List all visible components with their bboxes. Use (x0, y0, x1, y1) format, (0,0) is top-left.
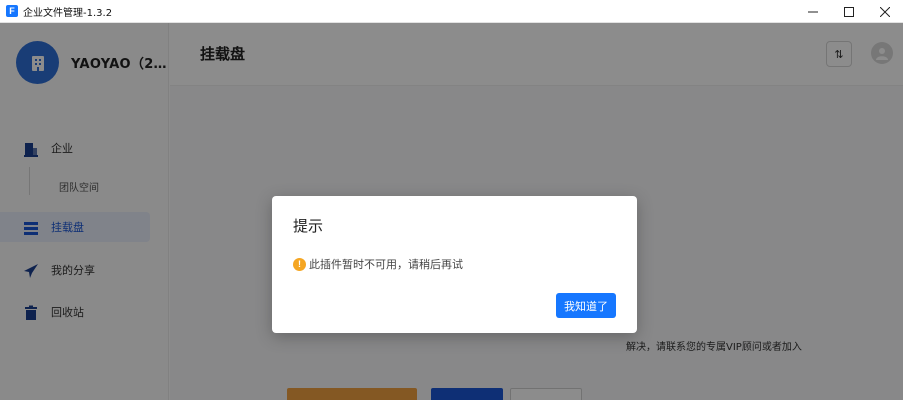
dialog-message-text: 此插件暂时不可用，请稍后再试 (309, 258, 463, 271)
close-icon (880, 6, 890, 17)
close-button[interactable] (867, 0, 903, 23)
minimize-icon (808, 11, 818, 12)
window-title-bar: F 企业文件管理-1.3.2 (0, 0, 903, 23)
window-title: 企业文件管理-1.3.2 (23, 7, 113, 19)
warning-icon: ! (293, 257, 306, 271)
alert-dialog: 提示 ! 此插件暂时不可用，请稍后再试 我知道了 (272, 196, 637, 333)
maximize-button[interactable] (831, 0, 867, 23)
maximize-icon (844, 6, 854, 17)
ok-button[interactable]: 我知道了 (556, 293, 616, 318)
dialog-message: ! 此插件暂时不可用，请稍后再试 (293, 256, 463, 272)
minimize-button[interactable] (795, 0, 831, 23)
app-logo-icon: F (6, 5, 18, 17)
window-controls (795, 0, 903, 23)
dialog-title: 提示 (293, 217, 324, 235)
